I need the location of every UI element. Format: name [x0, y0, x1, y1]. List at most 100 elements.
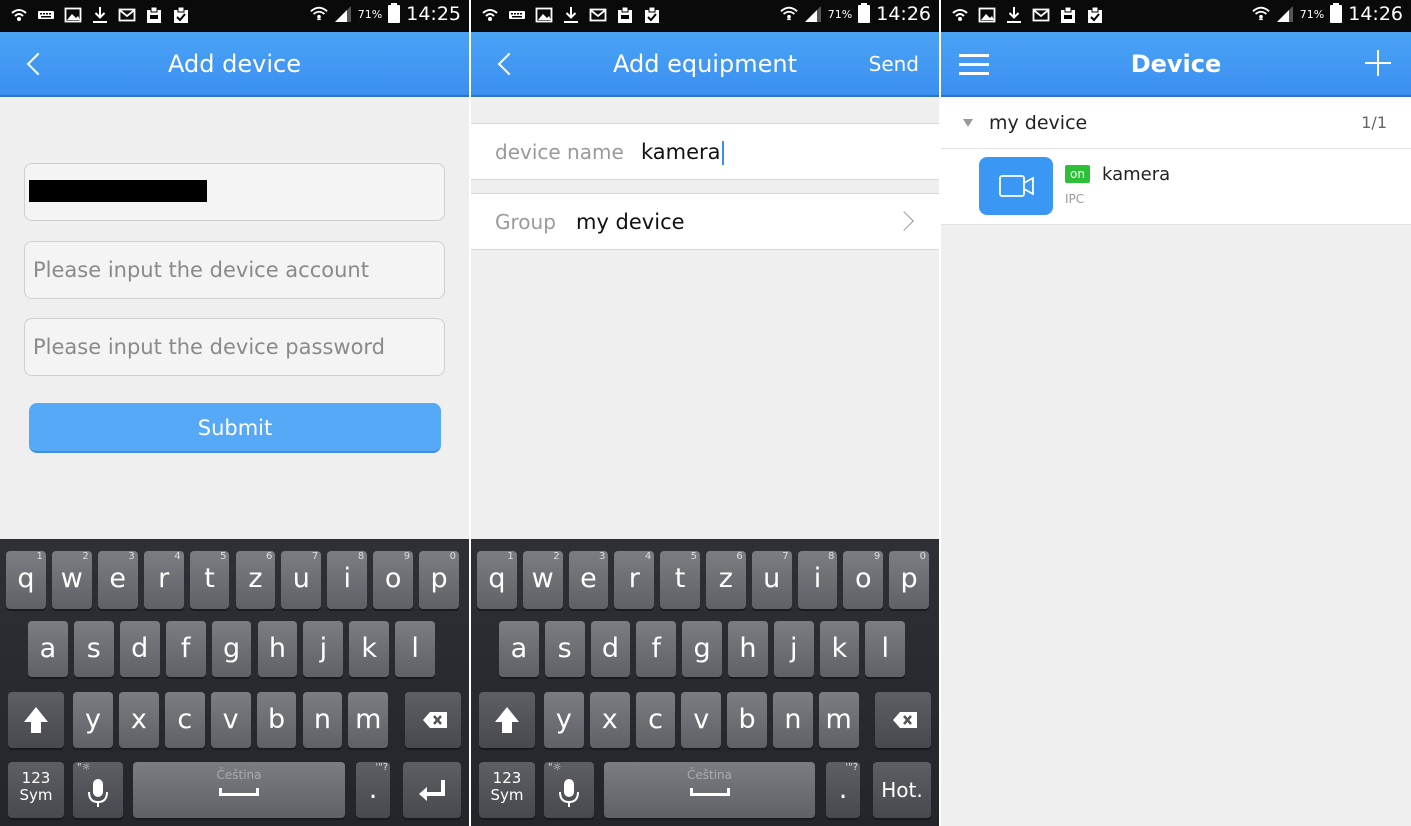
- signal-strength-icon: [334, 6, 351, 22]
- key-m[interactable]: m: [818, 692, 859, 748]
- send-button[interactable]: Send: [869, 32, 919, 97]
- key-k[interactable]: k: [349, 621, 390, 677]
- symbols-key[interactable]: 123 Sym: [479, 762, 535, 818]
- symbols-key[interactable]: 123 Sym: [8, 762, 64, 818]
- key-y[interactable]: y: [544, 692, 584, 748]
- key-x[interactable]: x: [118, 692, 159, 748]
- key-r[interactable]: 4r: [614, 551, 655, 609]
- key-c[interactable]: c: [635, 692, 676, 748]
- key-l[interactable]: l: [865, 621, 906, 677]
- space-key[interactable]: Čeština: [604, 762, 815, 818]
- key-d[interactable]: d: [119, 621, 160, 677]
- key-z[interactable]: 6z: [706, 551, 746, 609]
- key-o[interactable]: 9o: [373, 551, 414, 609]
- group-row[interactable]: Group my device: [471, 193, 939, 250]
- key-hint: 7: [782, 551, 789, 562]
- key-p[interactable]: 0p: [889, 551, 929, 609]
- key-label: f: [180, 633, 191, 664]
- key-t[interactable]: 5t: [660, 551, 700, 609]
- key-w[interactable]: 2w: [522, 551, 563, 609]
- image-notification-icon: [535, 7, 553, 23]
- key-f[interactable]: f: [636, 621, 677, 677]
- key-w[interactable]: 2w: [51, 551, 92, 609]
- wifi-icon: [1252, 6, 1270, 21]
- clock: 14:25: [406, 3, 461, 25]
- key-hint: 9: [403, 551, 411, 562]
- device-password-input[interactable]: [25, 319, 444, 375]
- top-app-bar: Device: [941, 32, 1411, 97]
- shift-key[interactable]: [479, 692, 535, 748]
- period-key[interactable]: '"?.: [356, 762, 390, 818]
- key-s[interactable]: s: [544, 621, 585, 677]
- space-key[interactable]: Čeština: [133, 762, 345, 818]
- device-group-header[interactable]: my device 1/1: [941, 97, 1411, 149]
- add-equipment-screen: 71% 14:26 Add equipment Send device name…: [471, 0, 939, 826]
- key-e[interactable]: 3e: [568, 551, 609, 609]
- key-l[interactable]: l: [395, 621, 436, 677]
- device-name-row[interactable]: device name kamera: [471, 123, 939, 180]
- key-c[interactable]: c: [164, 692, 205, 748]
- key-g[interactable]: g: [682, 621, 722, 677]
- key-b[interactable]: b: [727, 692, 767, 748]
- status-bar: 71% 14:26: [941, 0, 1411, 32]
- device-name-input[interactable]: kamera: [641, 124, 724, 181]
- device-id-field[interactable]: [24, 163, 445, 221]
- key-v[interactable]: v: [681, 692, 722, 748]
- key-s[interactable]: s: [73, 621, 114, 677]
- top-app-bar: Add device: [0, 32, 469, 97]
- period-key[interactable]: '"?.: [826, 762, 860, 818]
- key-y[interactable]: y: [73, 692, 113, 748]
- key-i[interactable]: 8i: [797, 551, 838, 609]
- key-hint: 3: [599, 551, 606, 562]
- status-bar: 71% 14:25: [0, 0, 469, 32]
- key-r[interactable]: 4r: [143, 551, 184, 609]
- submit-button[interactable]: Submit: [29, 403, 441, 453]
- key-hint: "☼: [548, 762, 562, 773]
- voice-input-key[interactable]: "☼: [73, 762, 123, 818]
- enter-key[interactable]: [403, 762, 461, 818]
- key-o[interactable]: 9o: [843, 551, 884, 609]
- key-m[interactable]: m: [348, 692, 389, 748]
- on-screen-keyboard: 1 q 2 w 3 e 4 r 5 t 6 z 7 u 8 i 9 o 0 p a s d f g h j k l y x c v b n m 123 S…: [0, 539, 469, 826]
- key-n[interactable]: n: [773, 692, 813, 748]
- key-p[interactable]: 0p: [419, 551, 459, 609]
- key-i[interactable]: 8i: [327, 551, 368, 609]
- key-a[interactable]: a: [499, 621, 539, 677]
- key-j[interactable]: j: [773, 621, 814, 677]
- hot-key[interactable]: Hot.: [873, 762, 931, 818]
- video-camera-icon: [999, 175, 1034, 197]
- device-list-item[interactable]: on kamera IPC: [941, 149, 1411, 225]
- key-label: Hot.: [881, 778, 923, 802]
- key-f[interactable]: f: [165, 621, 206, 677]
- key-a[interactable]: a: [28, 621, 68, 677]
- key-q[interactable]: 1q: [477, 551, 517, 609]
- add-device-plus-icon[interactable]: [1365, 50, 1391, 76]
- wifi-icon: [310, 6, 328, 21]
- key-t[interactable]: 5t: [189, 551, 230, 609]
- key-h[interactable]: h: [728, 621, 768, 677]
- device-password-field[interactable]: [24, 318, 445, 376]
- key-b[interactable]: b: [256, 692, 297, 748]
- key-label: s: [557, 633, 572, 664]
- key-z[interactable]: 6z: [235, 551, 276, 609]
- key-u[interactable]: 7u: [751, 551, 792, 609]
- key-j[interactable]: j: [303, 621, 344, 677]
- key-k[interactable]: k: [819, 621, 860, 677]
- keyboard-notification-icon: [509, 11, 525, 19]
- backspace-key[interactable]: [405, 692, 461, 748]
- key-v[interactable]: v: [210, 692, 251, 748]
- key-h[interactable]: h: [257, 621, 298, 677]
- shift-key[interactable]: [8, 692, 64, 748]
- backspace-key[interactable]: [875, 692, 931, 748]
- device-account-field[interactable]: [24, 241, 445, 299]
- key-x[interactable]: x: [589, 692, 630, 748]
- key-g[interactable]: g: [211, 621, 252, 677]
- key-e[interactable]: 3e: [97, 551, 138, 609]
- key-d[interactable]: d: [590, 621, 631, 677]
- device-account-input[interactable]: [25, 242, 444, 298]
- group-online-count: 1/1: [1361, 113, 1387, 132]
- key-n[interactable]: n: [302, 692, 343, 748]
- key-q[interactable]: 1q: [6, 551, 46, 609]
- voice-input-key[interactable]: "☼: [544, 762, 594, 818]
- key-u[interactable]: 7u: [281, 551, 322, 609]
